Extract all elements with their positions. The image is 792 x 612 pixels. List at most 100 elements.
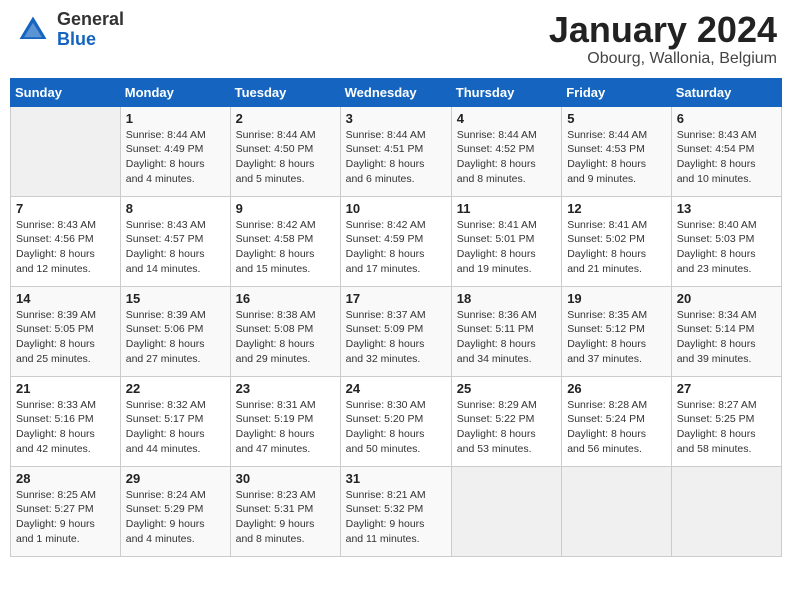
day-number: 1 bbox=[126, 111, 225, 126]
calendar-cell: 28Sunrise: 8:25 AMSunset: 5:27 PMDayligh… bbox=[11, 466, 121, 556]
day-info: Sunrise: 8:40 AMSunset: 5:03 PMDaylight:… bbox=[677, 218, 776, 277]
calendar-cell: 17 Sunrise: 8:37 AMSunset: 5:09 PMDayligh… bbox=[340, 286, 451, 376]
calendar-cell: 30 Sunrise: 8:23 AMSunset: 5:31 PMDayligh… bbox=[230, 466, 340, 556]
calendar-cell: 24 Sunrise: 8:30 AMSunset: 5:20 PMDayligh… bbox=[340, 376, 451, 466]
day-info: Sunrise: 8:42 AMSunset: 4:59 PMDaylight:… bbox=[346, 218, 446, 277]
day-info: Sunrise: 8:21 AMSunset: 5:32 PMDaylight:… bbox=[346, 488, 446, 547]
day-info: Sunrise: 8:31 AMSunset: 5:19 PMDaylight:… bbox=[236, 398, 335, 457]
day-number: 22 bbox=[126, 381, 225, 396]
weekday-header-monday: Monday bbox=[120, 78, 230, 106]
day-number: 12 bbox=[567, 201, 666, 216]
day-info: Sunrise: 8:32 AMSunset: 5:17 PMDaylight:… bbox=[126, 398, 225, 457]
day-info: Sunrise: 8:34 AMSunset: 5:14 PMDaylight:… bbox=[677, 308, 776, 367]
day-info: Sunrise: 8:39 AMSunset: 5:05 PMDaylight:… bbox=[16, 308, 115, 367]
calendar-cell: 26 Sunrise: 8:28 AMSunset: 5:24 PMDayligh… bbox=[562, 376, 672, 466]
day-number: 29 bbox=[126, 471, 225, 486]
day-number: 17 bbox=[346, 291, 446, 306]
day-number: 20 bbox=[677, 291, 776, 306]
day-number: 11 bbox=[457, 201, 556, 216]
day-number: 26 bbox=[567, 381, 666, 396]
calendar-body: 1Sunrise: 8:44 AMSunset: 4:49 PMDaylight… bbox=[11, 106, 782, 556]
calendar-cell: 4Sunrise: 8:44 AMSunset: 4:52 PMDaylight… bbox=[451, 106, 561, 196]
logo-icon bbox=[15, 12, 51, 48]
calendar-cell: 20 Sunrise: 8:34 AMSunset: 5:14 PMDayligh… bbox=[671, 286, 781, 376]
day-info: Sunrise: 8:23 AMSunset: 5:31 PMDaylight:… bbox=[236, 488, 335, 547]
weekday-row: SundayMondayTuesdayWednesdayThursdayFrid… bbox=[11, 78, 782, 106]
calendar-cell bbox=[451, 466, 561, 556]
calendar-cell: 5 Sunrise: 8:44 AMSunset: 4:53 PMDaylight… bbox=[562, 106, 672, 196]
calendar-cell: 3 Sunrise: 8:44 AMSunset: 4:51 PMDaylight… bbox=[340, 106, 451, 196]
day-info: Sunrise: 8:27 AMSunset: 5:25 PMDaylight:… bbox=[677, 398, 776, 457]
day-number: 6 bbox=[677, 111, 776, 126]
calendar-cell bbox=[11, 106, 121, 196]
calendar-cell: 22 Sunrise: 8:32 AMSunset: 5:17 PMDayligh… bbox=[120, 376, 230, 466]
calendar-cell: 16 Sunrise: 8:38 AMSunset: 5:08 PMDayligh… bbox=[230, 286, 340, 376]
calendar-cell: 1Sunrise: 8:44 AMSunset: 4:49 PMDaylight… bbox=[120, 106, 230, 196]
day-number: 21 bbox=[16, 381, 115, 396]
day-number: 4 bbox=[457, 111, 556, 126]
day-info: Sunrise: 8:37 AMSunset: 5:09 PMDaylight:… bbox=[346, 308, 446, 367]
calendar-cell: 29 Sunrise: 8:24 AMSunset: 5:29 PMDayligh… bbox=[120, 466, 230, 556]
page-header: General Blue January 2024 Obourg, Wallon… bbox=[10, 10, 782, 68]
day-number: 16 bbox=[236, 291, 335, 306]
day-number: 10 bbox=[346, 201, 446, 216]
calendar-cell: 15 Sunrise: 8:39 AMSunset: 5:06 PMDayligh… bbox=[120, 286, 230, 376]
calendar-week-4: 21Sunrise: 8:33 AMSunset: 5:16 PMDayligh… bbox=[11, 376, 782, 466]
day-info: Sunrise: 8:35 AMSunset: 5:12 PMDaylight:… bbox=[567, 308, 666, 367]
calendar-week-1: 1Sunrise: 8:44 AMSunset: 4:49 PMDaylight… bbox=[11, 106, 782, 196]
day-number: 18 bbox=[457, 291, 556, 306]
logo-text: General Blue bbox=[57, 10, 124, 50]
day-number: 13 bbox=[677, 201, 776, 216]
day-info: Sunrise: 8:36 AMSunset: 5:11 PMDaylight:… bbox=[457, 308, 556, 367]
day-info: Sunrise: 8:39 AMSunset: 5:06 PMDaylight:… bbox=[126, 308, 225, 367]
day-number: 31 bbox=[346, 471, 446, 486]
calendar-cell: 13 Sunrise: 8:40 AMSunset: 5:03 PMDayligh… bbox=[671, 196, 781, 286]
location: Obourg, Wallonia, Belgium bbox=[549, 50, 777, 68]
weekday-header-tuesday: Tuesday bbox=[230, 78, 340, 106]
calendar-cell bbox=[562, 466, 672, 556]
day-info: Sunrise: 8:43 AMSunset: 4:56 PMDaylight:… bbox=[16, 218, 115, 277]
title-area: January 2024 Obourg, Wallonia, Belgium bbox=[549, 10, 777, 68]
day-number: 15 bbox=[126, 291, 225, 306]
calendar-table: SundayMondayTuesdayWednesdayThursdayFrid… bbox=[10, 78, 782, 557]
weekday-header-thursday: Thursday bbox=[451, 78, 561, 106]
calendar-cell: 19 Sunrise: 8:35 AMSunset: 5:12 PMDayligh… bbox=[562, 286, 672, 376]
day-info: Sunrise: 8:28 AMSunset: 5:24 PMDaylight:… bbox=[567, 398, 666, 457]
day-info: Sunrise: 8:44 AMSunset: 4:53 PMDaylight:… bbox=[567, 128, 666, 187]
calendar-cell: 7Sunrise: 8:43 AMSunset: 4:56 PMDaylight… bbox=[11, 196, 121, 286]
calendar-cell: 9Sunrise: 8:42 AMSunset: 4:58 PMDaylight… bbox=[230, 196, 340, 286]
day-number: 5 bbox=[567, 111, 666, 126]
day-info: Sunrise: 8:43 AMSunset: 4:54 PMDaylight:… bbox=[677, 128, 776, 187]
day-number: 19 bbox=[567, 291, 666, 306]
day-info: Sunrise: 8:44 AMSunset: 4:51 PMDaylight:… bbox=[346, 128, 446, 187]
day-info: Sunrise: 8:30 AMSunset: 5:20 PMDaylight:… bbox=[346, 398, 446, 457]
calendar-cell: 8Sunrise: 8:43 AMSunset: 4:57 PMDaylight… bbox=[120, 196, 230, 286]
day-number: 30 bbox=[236, 471, 335, 486]
logo-general: General bbox=[57, 10, 124, 30]
day-number: 27 bbox=[677, 381, 776, 396]
day-info: Sunrise: 8:44 AMSunset: 4:50 PMDaylight:… bbox=[236, 128, 335, 187]
day-info: Sunrise: 8:41 AMSunset: 5:01 PMDaylight:… bbox=[457, 218, 556, 277]
day-number: 25 bbox=[457, 381, 556, 396]
day-info: Sunrise: 8:38 AMSunset: 5:08 PMDaylight:… bbox=[236, 308, 335, 367]
day-info: Sunrise: 8:24 AMSunset: 5:29 PMDaylight:… bbox=[126, 488, 225, 547]
weekday-header-wednesday: Wednesday bbox=[340, 78, 451, 106]
calendar-week-3: 14Sunrise: 8:39 AMSunset: 5:05 PMDayligh… bbox=[11, 286, 782, 376]
day-number: 8 bbox=[126, 201, 225, 216]
day-number: 3 bbox=[346, 111, 446, 126]
calendar-cell: 12Sunrise: 8:41 AMSunset: 5:02 PMDayligh… bbox=[562, 196, 672, 286]
calendar-cell: 31 Sunrise: 8:21 AMSunset: 5:32 PMDayligh… bbox=[340, 466, 451, 556]
day-number: 24 bbox=[346, 381, 446, 396]
month-title: January 2024 bbox=[549, 10, 777, 50]
day-info: Sunrise: 8:25 AMSunset: 5:27 PMDaylight:… bbox=[16, 488, 115, 547]
calendar-cell bbox=[671, 466, 781, 556]
calendar-cell: 18 Sunrise: 8:36 AMSunset: 5:11 PMDayligh… bbox=[451, 286, 561, 376]
calendar-week-2: 7Sunrise: 8:43 AMSunset: 4:56 PMDaylight… bbox=[11, 196, 782, 286]
day-info: Sunrise: 8:29 AMSunset: 5:22 PMDaylight:… bbox=[457, 398, 556, 457]
day-number: 23 bbox=[236, 381, 335, 396]
calendar-cell: 14Sunrise: 8:39 AMSunset: 5:05 PMDayligh… bbox=[11, 286, 121, 376]
calendar-header: SundayMondayTuesdayWednesdayThursdayFrid… bbox=[11, 78, 782, 106]
calendar-cell: 25 Sunrise: 8:29 AMSunset: 5:22 PMDayligh… bbox=[451, 376, 561, 466]
day-info: Sunrise: 8:42 AMSunset: 4:58 PMDaylight:… bbox=[236, 218, 335, 277]
calendar-cell: 11 Sunrise: 8:41 AMSunset: 5:01 PMDayligh… bbox=[451, 196, 561, 286]
